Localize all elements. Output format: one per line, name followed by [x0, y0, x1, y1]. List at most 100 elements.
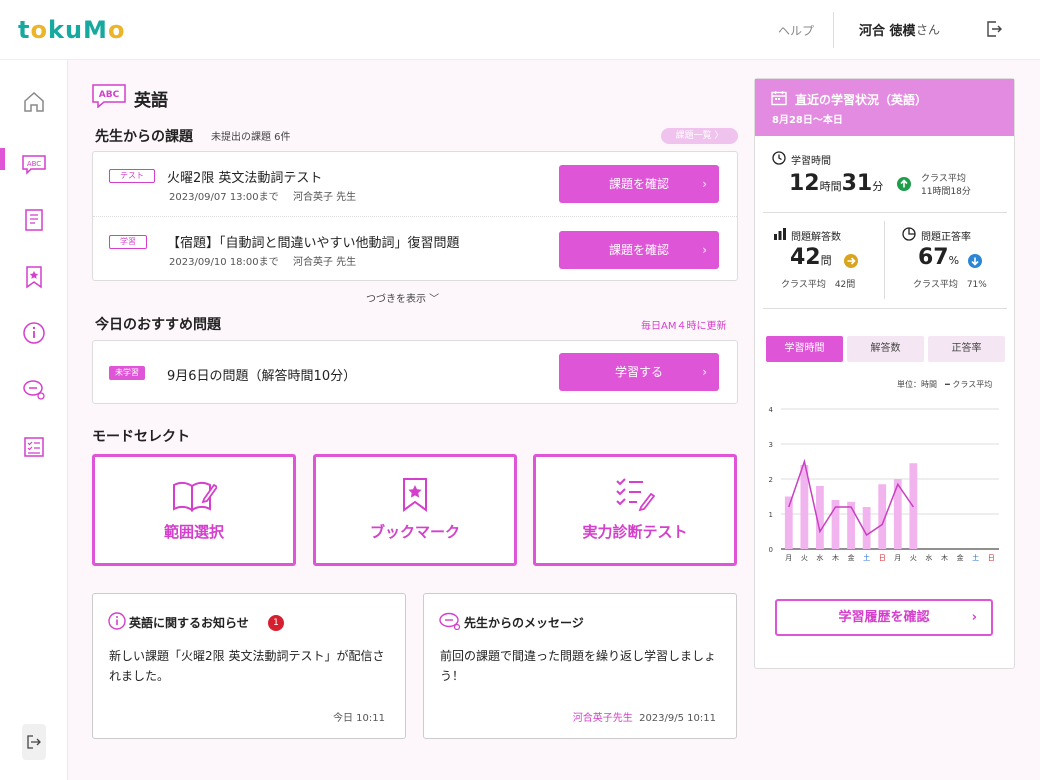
home-icon[interactable] — [22, 90, 46, 114]
sidebar-logout-button[interactable] — [22, 724, 46, 760]
panel-header: 直近の学習状況（英語） 8月28日～本日 — [755, 79, 1014, 136]
unsubmitted-count: 未提出の課題 6件 — [211, 132, 291, 143]
mode-diagnostic-test[interactable]: 実力診断テスト — [533, 454, 737, 566]
study-status-panel: 直近の学習状況（英語） 8月28日～本日 学習時間 12時間31分 クラス平均 … — [754, 78, 1015, 669]
chart-x-tick-label: 水 — [925, 553, 932, 562]
solved-number: 42 — [790, 245, 821, 270]
chart-bar — [800, 465, 809, 549]
solved-unit: 問 — [820, 254, 832, 267]
mode-label: 範囲選択 — [163, 523, 224, 541]
chevron-right-icon: › — [702, 177, 707, 191]
logo-letter: o — [107, 16, 126, 44]
chart-legend: 単位：時間 ━ クラス平均 — [897, 380, 993, 389]
solved-class-average: クラス平均 42問 — [781, 280, 856, 290]
hours: 12 — [789, 171, 820, 196]
study-time-chart: 01234月火水木金土日月火水木金土日 — [769, 406, 999, 562]
minutes: 31 — [841, 171, 873, 196]
chart-y-tick-label: 4 — [769, 406, 774, 414]
logo-letter: t — [18, 16, 31, 44]
divider — [884, 221, 885, 299]
task-row: テスト 火曜2限 英文法動詞テスト 2023/09/07 13:00まで 河合英… — [93, 152, 737, 216]
update-note: 毎日AM４時に更新 — [641, 321, 727, 332]
chart-y-tick-label: 0 — [769, 546, 773, 554]
accuracy-class-average: クラス平均 71% — [913, 280, 987, 290]
task-list-button[interactable]: 課題一覧 〉 — [661, 128, 738, 144]
svg-text:ABC: ABC — [99, 90, 120, 100]
chart-y-tick-label: 3 — [769, 441, 773, 449]
notice-title: 英語に関するお知らせ — [129, 616, 249, 630]
tab-solved-count[interactable]: 解答数 — [847, 336, 924, 362]
clock-icon — [772, 151, 786, 165]
chat-icon — [439, 612, 461, 630]
tab-accuracy[interactable]: 正答率 — [928, 336, 1005, 362]
mode-range-select[interactable]: 範囲選択 — [92, 454, 296, 566]
chart-x-tick-label: 月 — [785, 554, 792, 562]
check-task-button[interactable]: 課題を確認 › — [559, 231, 719, 269]
calendar-icon — [771, 91, 787, 106]
pie-chart-icon — [902, 227, 916, 241]
show-more-link[interactable]: つづきを表示 ﹀ — [366, 290, 439, 305]
header-bar: tokuMo ヘルプ 河合 徳模 さん — [0, 0, 1040, 60]
class-average-time: 11時間18分 — [921, 187, 971, 197]
sidebar: ABC ‹ — [0, 60, 68, 780]
panel-title: 直近の学習状況（英語） — [795, 93, 928, 107]
chevron-right-icon: › — [971, 610, 977, 625]
logo-letter: M — [83, 16, 108, 44]
notebook-icon[interactable] — [22, 208, 46, 232]
logo-letter: k — [47, 16, 65, 44]
open-book-pen-icon — [173, 481, 217, 512]
button-label: 学習する — [614, 365, 663, 379]
tasks-card: テスト 火曜2限 英文法動詞テスト 2023/09/07 13:00まで 河合英… — [92, 151, 738, 281]
task-type-tag: 学習 — [109, 235, 147, 249]
arrow-up-icon — [897, 177, 911, 191]
chart-x-tick-label: 土 — [972, 553, 979, 562]
abc-subject-icon[interactable]: ABC — [22, 152, 46, 176]
recommend-text: 9月6日の問題（解答時間10分） — [167, 369, 357, 384]
info-icon — [108, 612, 126, 630]
mode-label: ブックマーク — [369, 523, 460, 541]
header-divider — [833, 12, 834, 48]
button-label: 学習履歴を確認 — [838, 610, 930, 625]
accuracy-number: 67 — [918, 245, 949, 270]
chart-x-tick-label: 日 — [988, 554, 995, 562]
chart-bar — [847, 501, 855, 549]
arrow-down-icon — [968, 254, 982, 268]
task-title: 【宿題】「自動詞と間違いやすい他動詞」復習問題 — [167, 236, 460, 251]
message-card[interactable]: 先生からのメッセージ 前回の課題で間違った問題を繰り返し学習しましょう！ 河合英… — [423, 593, 737, 739]
chat-icon[interactable] — [22, 378, 46, 402]
chart-x-tick-label: 金 — [957, 553, 964, 562]
button-label: 課題を確認 — [608, 243, 669, 257]
chart-y-tick-label: 2 — [769, 476, 773, 484]
logo-letter: o — [30, 16, 48, 44]
chevron-right-icon: › — [702, 365, 707, 379]
notice-count-badge: 1 — [268, 615, 284, 631]
study-time-label: 学習時間 — [791, 156, 831, 167]
chevron-right-icon: › — [702, 243, 707, 257]
tokumo-logo[interactable]: tokuMo — [18, 16, 125, 44]
check-task-button[interactable]: 課題を確認 › — [559, 165, 719, 203]
panel-period: 8月28日～本日 — [772, 115, 843, 126]
chart-y-tick-label: 1 — [769, 511, 773, 519]
mode-bookmark[interactable]: ブックマーク — [313, 454, 517, 566]
info-icon[interactable] — [22, 321, 46, 345]
notice-card[interactable]: 英語に関するお知らせ 1 新しい課題「火曜2限 英文法動詞テスト」が配信されまし… — [92, 593, 406, 739]
logout-icon[interactable] — [985, 20, 1003, 38]
study-history-button[interactable]: 学習履歴を確認 › — [775, 599, 993, 636]
abc-subject-icon: ABC — [92, 84, 126, 108]
checklist-icon[interactable] — [22, 435, 46, 459]
tab-study-time[interactable]: 学習時間 — [766, 336, 843, 362]
user-suffix: さん — [916, 23, 941, 37]
message-sender: 河合英子先生 — [572, 713, 633, 724]
help-link[interactable]: ヘルプ — [778, 22, 814, 39]
task-teacher: 河合英子 先生 — [293, 257, 357, 268]
chart-bar — [862, 507, 871, 549]
class-average-label: クラス平均 — [921, 174, 966, 184]
study-time-value: 12時間31分 — [789, 171, 883, 196]
chart-x-tick-label: 月 — [894, 554, 901, 562]
accuracy-label: 問題正答率 — [921, 232, 971, 243]
divider — [763, 308, 1007, 309]
bookmark-icon[interactable] — [22, 265, 46, 289]
study-button[interactable]: 学習する › — [559, 353, 719, 391]
status-badge: 未学習 — [109, 366, 145, 380]
chart-x-tick-label: 水 — [816, 553, 823, 562]
